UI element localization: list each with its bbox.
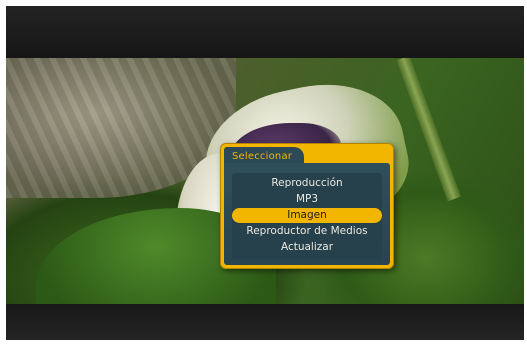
menu-item-reproduccion[interactable]: Reproducción <box>232 176 382 191</box>
menu-panel: Reproducción MP3 Imagen Reproductor de M… <box>224 163 390 265</box>
menu-item-actualizar[interactable]: Actualizar <box>232 240 382 255</box>
letterbox-top-bar <box>6 6 524 58</box>
select-menu: Seleccionar Reproducción MP3 Imagen Repr… <box>220 143 394 269</box>
menu-list: Reproducción MP3 Imagen Reproductor de M… <box>232 173 382 259</box>
menu-title: Seleccionar <box>232 151 293 162</box>
menu-item-reproductor-de-medios[interactable]: Reproductor de Medios <box>232 224 382 239</box>
letterbox-bottom-bar <box>6 304 524 340</box>
menu-item-mp3[interactable]: MP3 <box>232 192 382 207</box>
menu-item-imagen[interactable]: Imagen <box>232 208 382 223</box>
plant-stem <box>396 58 461 202</box>
